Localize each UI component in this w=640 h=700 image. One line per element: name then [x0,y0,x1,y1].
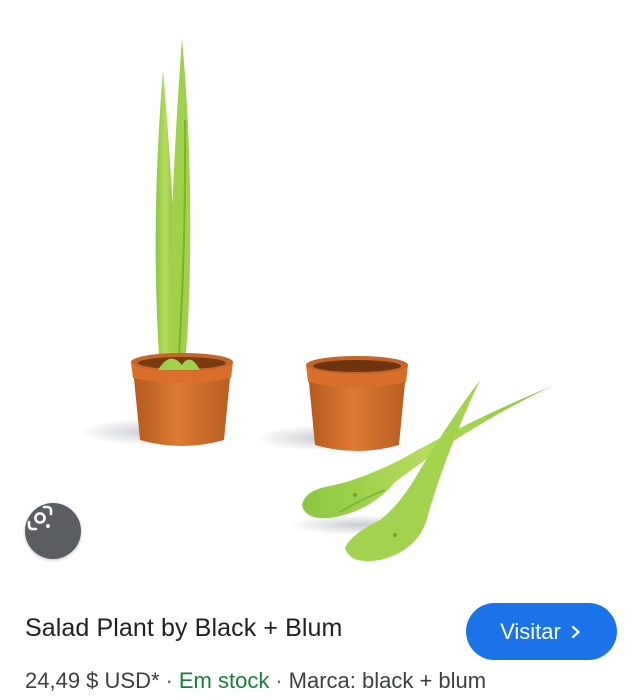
product-title[interactable]: Salad Plant by Black + Blum [25,614,342,643]
price: 24,49 $ USD* [25,668,160,693]
visit-button-label: Visitar [500,618,561,644]
product-photo [80,38,552,562]
google-lens-icon [27,505,53,531]
product-image[interactable] [0,0,640,585]
separator: · [275,668,283,693]
visit-button[interactable]: Visitar [466,603,617,660]
chevron-right-icon [571,625,580,638]
separator: · [165,668,173,693]
product-meta: 24,49 $ USD* · Em stock · Marca: black + blu… [25,668,486,694]
lens-search-button[interactable] [25,503,81,559]
brand: Marca: black + blum [288,668,487,693]
potted-salad-servers [131,38,233,446]
stock-status: Em stock [178,668,270,693]
empty-pot [306,356,408,451]
product-result-card: Salad Plant by Black + Blum Visitar 24,4… [0,0,640,700]
